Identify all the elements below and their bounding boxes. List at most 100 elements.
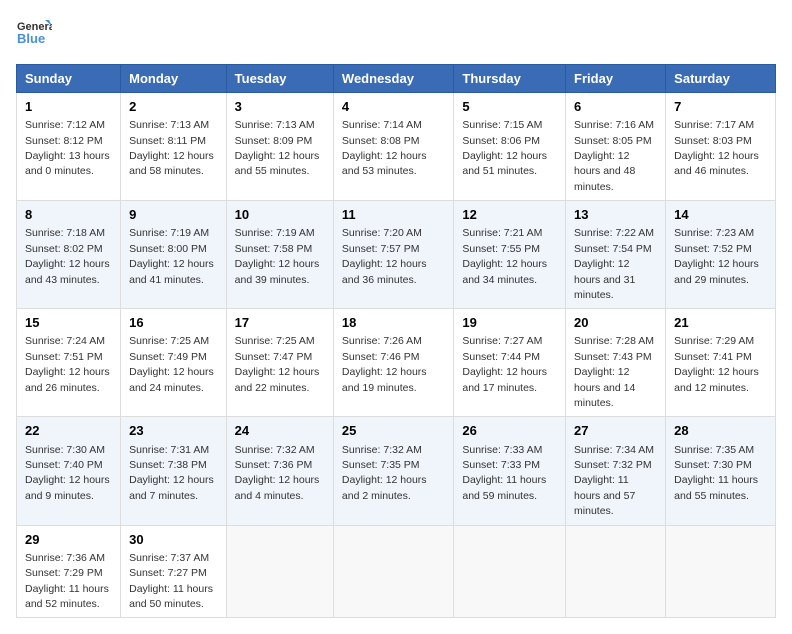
sunset-text: Sunset: 7:44 PM: [462, 351, 540, 363]
sunrise-text: Sunrise: 7:32 AM: [235, 444, 315, 456]
sunrise-text: Sunrise: 7:34 AM: [574, 444, 654, 456]
sunset-text: Sunset: 8:11 PM: [129, 135, 206, 147]
header-sunday: Sunday: [17, 65, 121, 93]
daylight-text: Daylight: 12 hours and 36 minutes.: [342, 258, 427, 285]
day-number: 17: [235, 314, 325, 332]
sunrise-text: Sunrise: 7:17 AM: [674, 119, 754, 131]
sunset-text: Sunset: 7:46 PM: [342, 351, 420, 363]
daylight-text: Daylight: 12 hours and 34 minutes.: [462, 258, 547, 285]
day-number: 4: [342, 98, 445, 116]
day-cell: 5 Sunrise: 7:15 AM Sunset: 8:06 PM Dayli…: [454, 93, 566, 201]
sunrise-text: Sunrise: 7:36 AM: [25, 552, 105, 564]
header-wednesday: Wednesday: [333, 65, 453, 93]
sunset-text: Sunset: 8:00 PM: [129, 243, 207, 255]
day-number: 28: [674, 422, 767, 440]
sunrise-text: Sunrise: 7:35 AM: [674, 444, 754, 456]
day-cell: 2 Sunrise: 7:13 AM Sunset: 8:11 PM Dayli…: [121, 93, 227, 201]
day-cell: [454, 525, 566, 618]
day-cell: 21 Sunrise: 7:29 AM Sunset: 7:41 PM Dayl…: [666, 309, 776, 417]
sunset-text: Sunset: 7:36 PM: [235, 459, 313, 471]
svg-text:Blue: Blue: [17, 31, 45, 46]
day-number: 3: [235, 98, 325, 116]
week-row-3: 15 Sunrise: 7:24 AM Sunset: 7:51 PM Dayl…: [17, 309, 776, 417]
day-number: 13: [574, 206, 657, 224]
sunrise-text: Sunrise: 7:18 AM: [25, 227, 105, 239]
daylight-text: Daylight: 12 hours and 22 minutes.: [235, 366, 320, 393]
sunset-text: Sunset: 7:54 PM: [574, 243, 652, 255]
day-cell: 12 Sunrise: 7:21 AM Sunset: 7:55 PM Dayl…: [454, 201, 566, 309]
logo-svg: General Blue: [16, 16, 52, 52]
sunset-text: Sunset: 7:32 PM: [574, 459, 652, 471]
daylight-text: Daylight: 12 hours and 39 minutes.: [235, 258, 320, 285]
sunset-text: Sunset: 7:40 PM: [25, 459, 103, 471]
sunrise-text: Sunrise: 7:32 AM: [342, 444, 422, 456]
sunset-text: Sunset: 7:38 PM: [129, 459, 207, 471]
sunset-text: Sunset: 7:41 PM: [674, 351, 752, 363]
sunset-text: Sunset: 8:08 PM: [342, 135, 420, 147]
sunset-text: Sunset: 7:27 PM: [129, 567, 207, 579]
sunrise-text: Sunrise: 7:15 AM: [462, 119, 542, 131]
header-friday: Friday: [566, 65, 666, 93]
header-tuesday: Tuesday: [226, 65, 333, 93]
sunset-text: Sunset: 7:43 PM: [574, 351, 652, 363]
day-cell: 3 Sunrise: 7:13 AM Sunset: 8:09 PM Dayli…: [226, 93, 333, 201]
day-number: 21: [674, 314, 767, 332]
day-number: 20: [574, 314, 657, 332]
day-number: 2: [129, 98, 218, 116]
sunrise-text: Sunrise: 7:28 AM: [574, 335, 654, 347]
sunset-text: Sunset: 7:55 PM: [462, 243, 540, 255]
daylight-text: Daylight: 12 hours and 9 minutes.: [25, 474, 110, 501]
page-header: General Blue: [16, 16, 776, 52]
sunrise-text: Sunrise: 7:25 AM: [235, 335, 315, 347]
sunset-text: Sunset: 7:49 PM: [129, 351, 207, 363]
daylight-text: Daylight: 12 hours and 26 minutes.: [25, 366, 110, 393]
day-cell: [226, 525, 333, 618]
daylight-text: Daylight: 11 hours and 52 minutes.: [25, 583, 109, 610]
sunrise-text: Sunrise: 7:26 AM: [342, 335, 422, 347]
day-cell: 9 Sunrise: 7:19 AM Sunset: 8:00 PM Dayli…: [121, 201, 227, 309]
day-cell: [666, 525, 776, 618]
sunset-text: Sunset: 8:02 PM: [25, 243, 103, 255]
day-cell: 13 Sunrise: 7:22 AM Sunset: 7:54 PM Dayl…: [566, 201, 666, 309]
day-cell: 24 Sunrise: 7:32 AM Sunset: 7:36 PM Dayl…: [226, 417, 333, 525]
day-cell: 4 Sunrise: 7:14 AM Sunset: 8:08 PM Dayli…: [333, 93, 453, 201]
week-row-4: 22 Sunrise: 7:30 AM Sunset: 7:40 PM Dayl…: [17, 417, 776, 525]
day-cell: 26 Sunrise: 7:33 AM Sunset: 7:33 PM Dayl…: [454, 417, 566, 525]
day-cell: 20 Sunrise: 7:28 AM Sunset: 7:43 PM Dayl…: [566, 309, 666, 417]
day-cell: 19 Sunrise: 7:27 AM Sunset: 7:44 PM Dayl…: [454, 309, 566, 417]
sunset-text: Sunset: 8:09 PM: [235, 135, 313, 147]
day-number: 25: [342, 422, 445, 440]
daylight-text: Daylight: 12 hours and 24 minutes.: [129, 366, 214, 393]
day-number: 29: [25, 531, 112, 549]
daylight-text: Daylight: 12 hours and 31 minutes.: [574, 258, 635, 301]
day-cell: [333, 525, 453, 618]
sunset-text: Sunset: 7:47 PM: [235, 351, 313, 363]
daylight-text: Daylight: 11 hours and 50 minutes.: [129, 583, 213, 610]
daylight-text: Daylight: 12 hours and 41 minutes.: [129, 258, 214, 285]
day-number: 27: [574, 422, 657, 440]
calendar-table: SundayMondayTuesdayWednesdayThursdayFrid…: [16, 64, 776, 618]
day-number: 1: [25, 98, 112, 116]
day-number: 18: [342, 314, 445, 332]
day-cell: 17 Sunrise: 7:25 AM Sunset: 7:47 PM Dayl…: [226, 309, 333, 417]
daylight-text: Daylight: 12 hours and 55 minutes.: [235, 150, 320, 177]
sunrise-text: Sunrise: 7:19 AM: [129, 227, 209, 239]
daylight-text: Daylight: 12 hours and 51 minutes.: [462, 150, 547, 177]
day-number: 6: [574, 98, 657, 116]
sunrise-text: Sunrise: 7:24 AM: [25, 335, 105, 347]
week-row-1: 1 Sunrise: 7:12 AM Sunset: 8:12 PM Dayli…: [17, 93, 776, 201]
day-cell: 6 Sunrise: 7:16 AM Sunset: 8:05 PM Dayli…: [566, 93, 666, 201]
day-cell: 23 Sunrise: 7:31 AM Sunset: 7:38 PM Dayl…: [121, 417, 227, 525]
day-number: 26: [462, 422, 557, 440]
sunset-text: Sunset: 7:30 PM: [674, 459, 752, 471]
day-number: 7: [674, 98, 767, 116]
sunset-text: Sunset: 7:51 PM: [25, 351, 103, 363]
header-thursday: Thursday: [454, 65, 566, 93]
sunrise-text: Sunrise: 7:22 AM: [574, 227, 654, 239]
sunset-text: Sunset: 8:06 PM: [462, 135, 540, 147]
sunrise-text: Sunrise: 7:23 AM: [674, 227, 754, 239]
daylight-text: Daylight: 13 hours and 0 minutes.: [25, 150, 110, 177]
daylight-text: Daylight: 12 hours and 46 minutes.: [674, 150, 759, 177]
daylight-text: Daylight: 12 hours and 7 minutes.: [129, 474, 214, 501]
day-number: 24: [235, 422, 325, 440]
